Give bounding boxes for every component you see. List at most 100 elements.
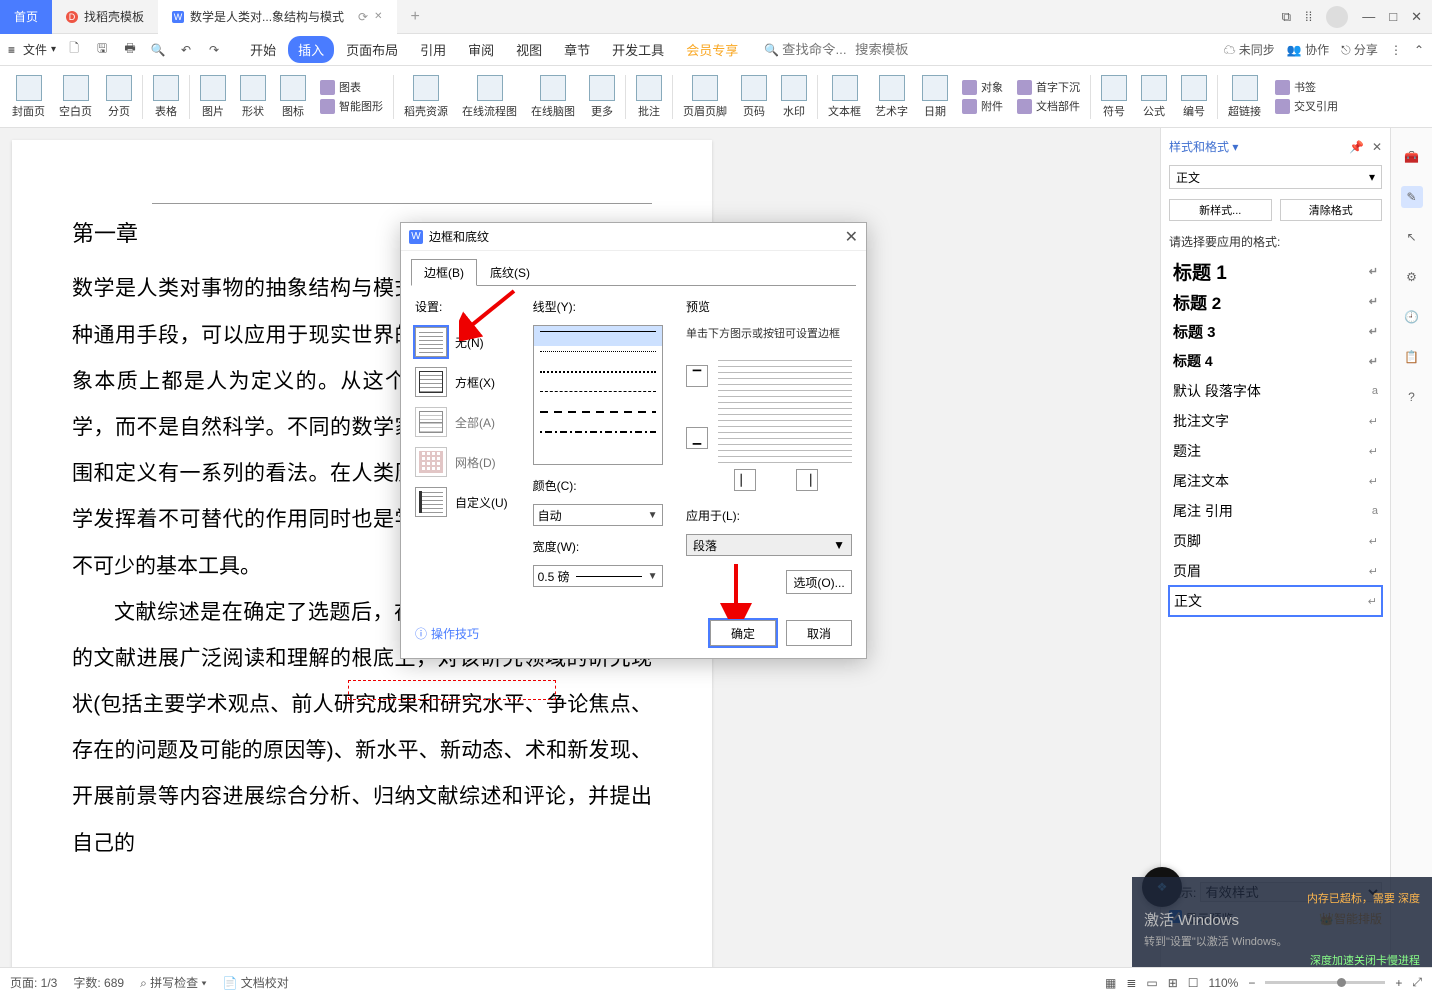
new-style-button[interactable]: 新样式... bbox=[1169, 199, 1272, 221]
panel-pin-icon[interactable]: 📌 bbox=[1349, 140, 1364, 154]
ribbon-iconlib[interactable]: 图标 bbox=[274, 69, 312, 125]
ribbon-chart[interactable]: 图表 bbox=[320, 79, 361, 95]
document-proof[interactable]: 📄 文档校对 bbox=[223, 974, 289, 991]
tab-document[interactable]: W数学是人类对...象结构与模式⟳✕ bbox=[158, 0, 396, 34]
menu-tab-4[interactable]: 审阅 bbox=[458, 36, 504, 63]
style-item-4[interactable]: 默认 段落字体a bbox=[1169, 376, 1382, 406]
toolbox-icon[interactable]: 🧰 bbox=[1401, 146, 1423, 168]
ok-button[interactable]: 确定 bbox=[710, 620, 776, 646]
sync-status[interactable]: ☁ 未同步 bbox=[1223, 41, 1274, 58]
style-item-10[interactable]: 页眉↵ bbox=[1169, 556, 1382, 586]
menu-tab-8[interactable]: 会员专享 bbox=[676, 36, 748, 63]
ribbon-hyperlink[interactable]: 超链接 bbox=[1222, 69, 1267, 125]
preview-icon[interactable]: 🔍 bbox=[148, 40, 168, 60]
style-item-3[interactable]: 标题 4↵ bbox=[1169, 346, 1382, 376]
preset-box[interactable]: 方框(X) bbox=[415, 365, 519, 399]
menu-icon[interactable]: ≡ bbox=[8, 43, 15, 57]
ribbon-shape[interactable]: 形状 bbox=[234, 69, 272, 125]
settings-icon[interactable]: ⚙ bbox=[1401, 266, 1423, 288]
menu-tab-3[interactable]: 引用 bbox=[410, 36, 456, 63]
style-item-7[interactable]: 尾注文本↵ bbox=[1169, 466, 1382, 496]
preview-right-btn[interactable]: ▕ bbox=[796, 469, 818, 491]
tab-add[interactable]: + bbox=[397, 0, 434, 34]
ribbon-cover[interactable]: 封面页 bbox=[6, 69, 51, 125]
more-icon[interactable]: ⋮ bbox=[1390, 43, 1402, 57]
preset-custom[interactable]: 自定义(U) bbox=[415, 485, 519, 519]
preview-bottom-btn[interactable]: ▁ bbox=[686, 427, 708, 449]
preview-left-btn[interactable]: ▏ bbox=[734, 469, 756, 491]
window-minimize[interactable]: — bbox=[1362, 9, 1375, 24]
dialog-close-icon[interactable]: ✕ bbox=[845, 227, 858, 247]
ribbon-headerfooter[interactable]: 页眉页脚 bbox=[677, 69, 733, 125]
collapse-ribbon-icon[interactable]: ⌃ bbox=[1414, 43, 1424, 57]
tips-link[interactable]: ⓘ操作技巧 bbox=[415, 625, 479, 642]
color-combo[interactable]: 自动▼ bbox=[533, 504, 663, 526]
ribbon-blank[interactable]: 空白页 bbox=[53, 69, 98, 125]
menu-tab-2[interactable]: 页面布局 bbox=[336, 36, 408, 63]
preset-all[interactable]: 全部(A) bbox=[415, 405, 519, 439]
spell-check[interactable]: ⌕ 拼写检查 ▾ bbox=[140, 974, 206, 991]
window-close[interactable]: ✕ bbox=[1411, 9, 1422, 25]
preview-top-btn[interactable]: ▔ bbox=[686, 365, 708, 387]
fullscreen-icon[interactable]: ⤢ bbox=[1412, 975, 1422, 990]
panel-close-icon[interactable]: ✕ bbox=[1372, 140, 1382, 154]
undo-icon[interactable]: ↶ bbox=[176, 40, 196, 60]
preset-none[interactable]: 无(N) bbox=[415, 325, 519, 359]
ribbon-doke[interactable]: 稻壳资源 bbox=[398, 69, 454, 125]
style-item-2[interactable]: 标题 3↵ bbox=[1169, 316, 1382, 346]
ribbon-dropcap[interactable]: 首字下沉 bbox=[1017, 79, 1080, 95]
ribbon-parts[interactable]: 文档部件 bbox=[1017, 98, 1080, 114]
view-web-icon[interactable]: ▭ bbox=[1146, 976, 1157, 990]
window-maximize[interactable]: □ bbox=[1389, 9, 1397, 24]
ribbon-mind[interactable]: 在线脑图 bbox=[525, 69, 581, 125]
tab-home[interactable]: 首页 bbox=[0, 0, 52, 34]
style-item-6[interactable]: 题注↵ bbox=[1169, 436, 1382, 466]
ribbon-xref[interactable]: 交叉引用 bbox=[1275, 98, 1338, 114]
style-item-11[interactable]: 正文↵ bbox=[1169, 586, 1382, 616]
tab-close-icon[interactable]: ✕ bbox=[374, 11, 382, 22]
save-icon[interactable]: 🖫 bbox=[92, 40, 112, 60]
clipboard-icon[interactable]: 📋 bbox=[1401, 346, 1423, 368]
options-button[interactable]: 选项(O)... bbox=[786, 570, 852, 594]
style-item-0[interactable]: 标题 1↵ bbox=[1169, 256, 1382, 286]
menu-tab-6[interactable]: 章节 bbox=[554, 36, 600, 63]
current-style-select[interactable]: 正文▾ bbox=[1169, 165, 1382, 189]
menu-tab-7[interactable]: 开发工具 bbox=[602, 36, 674, 63]
apply-to-combo[interactable]: 段落▼ bbox=[686, 534, 852, 556]
width-combo[interactable]: 0.5 磅▼ bbox=[533, 565, 663, 587]
zoom-out[interactable]: − bbox=[1248, 976, 1255, 990]
clear-format-button[interactable]: 清除格式 bbox=[1280, 199, 1383, 221]
style-item-8[interactable]: 尾注 引用a bbox=[1169, 496, 1382, 526]
ribbon-wordart[interactable]: 艺术字 bbox=[869, 69, 914, 125]
word-count[interactable]: 字数: 689 bbox=[73, 974, 124, 991]
menu-tab-1[interactable]: 插入 bbox=[288, 36, 334, 63]
style-item-5[interactable]: 批注文字↵ bbox=[1169, 406, 1382, 436]
page-indicator[interactable]: 页面: 1/3 bbox=[10, 974, 57, 991]
ribbon-smartart[interactable]: 智能图形 bbox=[320, 98, 383, 114]
ribbon-symbol[interactable]: 符号 bbox=[1095, 69, 1133, 125]
ribbon-break[interactable]: 分页 bbox=[100, 69, 138, 125]
tab-refresh-icon[interactable]: ⟳ bbox=[358, 10, 368, 24]
ribbon-comment[interactable]: 批注 bbox=[630, 69, 668, 125]
ribbon-table[interactable]: 表格 bbox=[147, 69, 185, 125]
avatar[interactable] bbox=[1326, 6, 1348, 28]
ribbon-pageno[interactable]: 页码 bbox=[735, 69, 773, 125]
preset-grid[interactable]: 网格(D) bbox=[415, 445, 519, 479]
view-outline-icon[interactable]: ≣ bbox=[1126, 976, 1136, 990]
ribbon-textbox[interactable]: 文本框 bbox=[822, 69, 867, 125]
style-item-1[interactable]: 标题 2↵ bbox=[1169, 286, 1382, 316]
window-layout-icon[interactable]: ⧉ bbox=[1282, 9, 1291, 25]
menu-tab-5[interactable]: 视图 bbox=[506, 36, 552, 63]
zoom-value[interactable]: 110% bbox=[1209, 976, 1239, 990]
view-focus-icon[interactable]: ☐ bbox=[1188, 976, 1199, 990]
share-button[interactable]: ⎋ 分享 bbox=[1341, 41, 1378, 58]
clock-icon[interactable]: 🕘 bbox=[1401, 306, 1423, 328]
ribbon-bookmark[interactable]: 书签 bbox=[1275, 79, 1316, 95]
ribbon-more[interactable]: 更多 bbox=[583, 69, 621, 125]
file-menu[interactable]: 文件 ▾ bbox=[23, 41, 56, 58]
ribbon-attach[interactable]: 附件 bbox=[962, 98, 1003, 114]
collab-button[interactable]: 👥 协作 bbox=[1287, 41, 1329, 58]
zoom-slider[interactable] bbox=[1265, 981, 1385, 984]
search-template-input[interactable] bbox=[855, 42, 915, 57]
tab-border[interactable]: 边框(B) bbox=[411, 259, 477, 286]
